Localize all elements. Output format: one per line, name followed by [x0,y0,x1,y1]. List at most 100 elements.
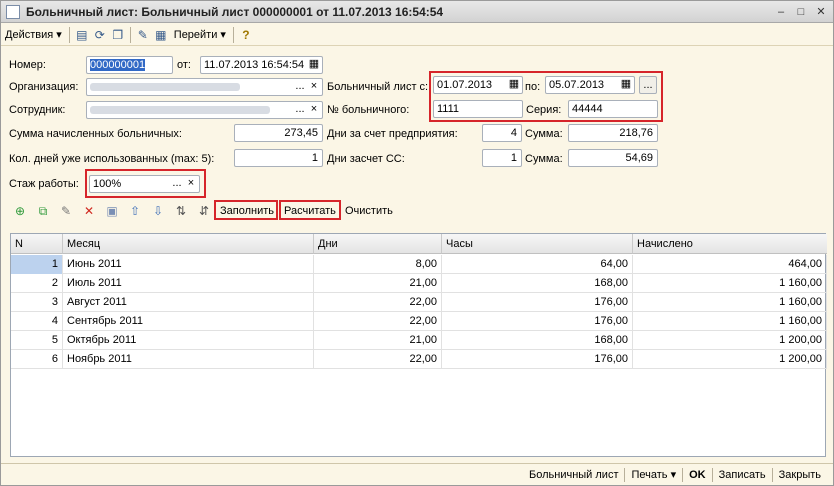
table-row[interactable]: 3 Август 2011 22,00 176,00 1 160,00 [11,293,827,312]
organization-field[interactable]: ... × [86,78,323,96]
close-window-button[interactable]: ✕ [813,5,829,19]
cell-days[interactable]: 21,00 [314,274,442,293]
actions-menu[interactable]: Действия ▾ [1,25,66,45]
save-button[interactable]: Записать [713,469,772,481]
fill-highlight [214,200,278,220]
cell-n[interactable]: 6 [11,350,63,369]
maximize-button[interactable]: □ [793,5,809,19]
cell-days[interactable]: 22,00 [314,312,442,331]
close-button[interactable]: Закрыть [773,469,827,481]
column-header-days[interactable]: Дни [314,234,442,254]
table-row[interactable]: 6 Ноябрь 2011 22,00 176,00 1 200,00 [11,350,827,369]
cell-month[interactable]: Август 2011 [63,293,314,312]
cell-accrued[interactable]: 1 160,00 [633,312,827,331]
used-days-label: Кол. дней уже использованных (max: 5): [9,153,215,165]
toolbar-separator [232,26,234,43]
toolbar-separator [129,26,131,43]
cell-hours[interactable]: 168,00 [442,274,633,293]
cell-days[interactable]: 22,00 [314,350,442,369]
ellipsis-button[interactable]: ... [293,79,307,95]
cell-n[interactable]: 5 [11,331,63,350]
sick-list-button[interactable]: Больничный лист [523,469,624,481]
cell-accrued[interactable]: 1 200,00 [633,350,827,369]
table-row[interactable]: 5 Октябрь 2011 21,00 168,00 1 200,00 [11,331,827,350]
table-row[interactable]: 4 Сентябрь 2011 22,00 176,00 1 160,00 [11,312,827,331]
cell-accrued[interactable]: 1 160,00 [633,274,827,293]
employer-days-field[interactable]: 4 [482,124,522,142]
refresh-icon[interactable]: ⟳ [91,26,109,44]
cell-n[interactable]: 2 [11,274,63,293]
accrued-field[interactable]: 273,45 [234,124,323,142]
clear-icon[interactable]: × [307,79,321,95]
sort-asc-icon[interactable]: ⇅ [172,202,190,220]
cell-month[interactable]: Июнь 2011 [63,255,314,274]
delete-row-icon[interactable]: ✕ [80,202,98,220]
column-header-hours[interactable]: Часы [442,234,633,254]
cell-month[interactable]: Октябрь 2011 [63,331,314,350]
cell-hours[interactable]: 64,00 [442,255,633,274]
cell-days[interactable]: 21,00 [314,331,442,350]
add-row-icon[interactable]: ⊕ [11,202,29,220]
date-field[interactable]: 11.07.2013 16:54:54 ▦ [200,56,323,74]
ellipsis-button[interactable]: ... [293,102,307,118]
column-header-month[interactable]: Месяц [63,234,314,254]
toolbar-separator [68,26,70,43]
cell-hours[interactable]: 176,00 [442,312,633,331]
number-value: 000000001 [90,59,146,71]
cell-hours[interactable]: 176,00 [442,350,633,369]
employee-label: Сотрудник: [9,104,66,116]
cell-month[interactable]: Июль 2011 [63,274,314,293]
cell-n[interactable]: 1 [11,255,63,274]
ss-days-label: Дни засчет СС: [327,153,405,165]
clear-icon[interactable]: × [307,102,321,118]
cell-days[interactable]: 8,00 [314,255,442,274]
cell-accrued[interactable]: 464,00 [633,255,827,274]
table-row[interactable]: 1 Июнь 2011 8,00 64,00 464,00 [11,255,827,274]
edit-row-icon[interactable]: ✎ [57,202,75,220]
sick-list-window: Больничный лист: Больничный лист 0000000… [0,0,834,486]
cell-n[interactable]: 3 [11,293,63,312]
ss-sum-field[interactable]: 54,69 [568,149,658,167]
ss-days-field[interactable]: 1 [482,149,522,167]
help-icon[interactable]: ? [237,26,255,44]
cell-accrued[interactable]: 1 160,00 [633,293,827,312]
document-edit-icon[interactable]: ✎ [134,26,152,44]
used-days-field[interactable]: 1 [234,149,323,167]
ok-button[interactable]: OK [683,469,712,481]
cell-hours[interactable]: 168,00 [442,331,633,350]
move-up-icon[interactable]: ⇧ [126,202,144,220]
clear-button[interactable]: Очистить [345,204,393,218]
cell-days[interactable]: 22,00 [314,293,442,312]
document-icon [6,4,20,19]
sort-desc-icon[interactable]: ⇵ [195,202,213,220]
column-header-n[interactable]: N [11,234,63,254]
employer-sum-field[interactable]: 218,76 [568,124,658,142]
copy-icon[interactable]: ❐ [109,26,127,44]
end-edit-icon[interactable]: ▣ [103,202,121,220]
post-icon[interactable]: ▤ [73,26,91,44]
table-row[interactable]: 2 Июль 2011 21,00 168,00 1 160,00 [11,274,827,293]
accrued-label: Сумма начисленных больничных: [9,128,182,140]
calendar-icon[interactable]: ▦ [307,57,321,73]
copy-row-icon[interactable]: ⧉ [34,202,52,220]
minimize-button[interactable]: – [773,5,789,19]
cell-month[interactable]: Сентябрь 2011 [63,312,314,331]
goto-menu[interactable]: Перейти ▾ [170,25,230,45]
move-down-icon[interactable]: ⇩ [149,202,167,220]
cell-accrued[interactable]: 1 200,00 [633,331,827,350]
number-label: Номер: [9,59,46,71]
number-field[interactable]: 000000001 [86,56,173,74]
cell-month[interactable]: Ноябрь 2011 [63,350,314,369]
blurred-value [90,83,240,92]
employer-days-label: Дни за счет предприятия: [327,128,458,140]
structure-icon[interactable]: ▦ [152,26,170,44]
calculate-highlight [279,200,341,220]
goto-label: Перейти [173,28,218,41]
column-header-accrued[interactable]: Начислено [633,234,827,254]
cell-hours[interactable]: 176,00 [442,293,633,312]
cell-n[interactable]: 4 [11,312,63,331]
accruals-table[interactable]: N Месяц Дни Часы Начислено 1 Июнь 2011 8,0… [10,233,827,457]
print-menu[interactable]: Печать ▾ [625,468,682,481]
employee-field[interactable]: ... × [86,101,323,119]
tenure-label: Стаж работы: [9,178,79,190]
